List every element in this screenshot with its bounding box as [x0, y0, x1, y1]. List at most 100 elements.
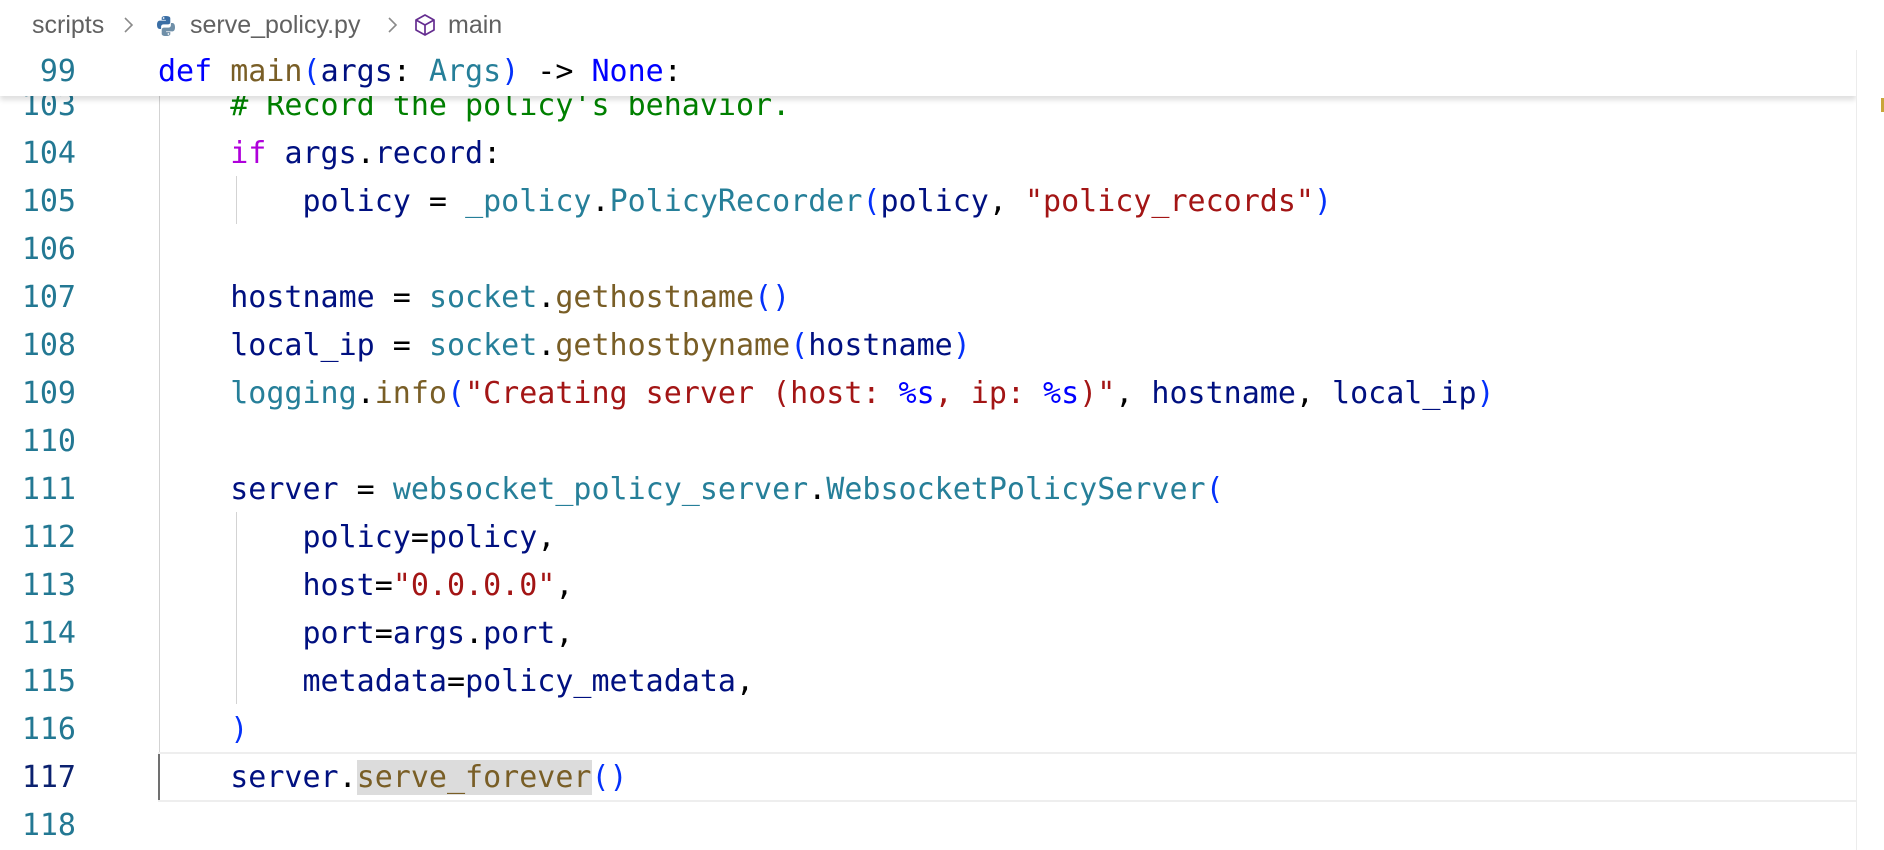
argument: hostname: [808, 328, 953, 363]
breadcrumb-folder[interactable]: scripts: [32, 10, 104, 40]
line-number: 104: [21, 136, 76, 171]
param: args: [320, 54, 393, 89]
type: Args: [428, 54, 502, 89]
variable: hostname: [230, 280, 375, 315]
paren: (: [302, 54, 321, 89]
line-number: 114: [21, 616, 76, 651]
function-call: gethostbyname: [555, 328, 791, 363]
keyword: None: [591, 54, 664, 89]
variable: server: [230, 472, 339, 507]
format-specifier: %s: [1043, 376, 1080, 411]
argument: policy: [880, 184, 989, 219]
line-number: 111: [21, 472, 76, 507]
class-name: WebsocketPolicyServer: [826, 472, 1206, 507]
line-number: 116: [21, 712, 76, 747]
paren: (: [447, 376, 466, 411]
variable: args: [284, 136, 357, 171]
comma: ,: [1115, 376, 1152, 411]
operator: =: [374, 328, 429, 363]
dot: .: [537, 280, 556, 315]
paren: ): [952, 328, 971, 363]
line-number: 115: [21, 664, 76, 699]
variable: policy: [302, 184, 411, 219]
string: "Creating server (host:: [465, 376, 899, 411]
paren: (: [1205, 472, 1224, 507]
comma: ,: [1295, 376, 1333, 411]
dot: .: [338, 760, 357, 795]
code-line[interactable]: local_ip = socket.gethostbyname(hostname…: [158, 322, 971, 370]
comma: ,: [555, 568, 574, 603]
colon: :: [392, 54, 429, 89]
sticky-scroll-header[interactable]: 99 def main(args: Args) -> None:: [0, 50, 1856, 96]
line-number: 118: [21, 808, 76, 843]
code-line[interactable]: logging.info("Creating server (host: %s,…: [158, 370, 1494, 418]
argument: policy_metadata: [465, 664, 736, 699]
breadcrumb-file[interactable]: serve_policy.py: [190, 10, 360, 40]
code-line[interactable]: hostname = socket.gethostname(): [158, 274, 790, 322]
breadcrumb-symbol[interactable]: main: [448, 10, 502, 40]
module: socket: [428, 280, 538, 315]
code-line[interactable]: metadata=policy_metadata,: [158, 658, 755, 706]
operator: =: [410, 184, 466, 219]
line-number: 107: [21, 280, 76, 315]
keyword: def: [158, 54, 213, 89]
string: )": [1079, 376, 1116, 411]
colon: :: [663, 54, 682, 89]
function-name: main: [230, 54, 303, 89]
line-number: 113: [21, 568, 76, 603]
variable: server: [230, 760, 339, 795]
comma: ,: [537, 520, 556, 555]
paren: ): [1313, 184, 1333, 219]
comma: ,: [988, 184, 1025, 219]
function-call-highlighted: serve_forever: [356, 760, 592, 795]
operator: =: [410, 520, 429, 555]
argument: hostname: [1151, 376, 1296, 411]
function-call: gethostname: [555, 280, 755, 315]
line-number: 99: [39, 54, 76, 89]
comma: ,: [736, 664, 755, 699]
python-file-icon: [154, 14, 178, 38]
dot: .: [356, 136, 375, 171]
dot: .: [537, 328, 556, 363]
code-line[interactable]: ): [158, 706, 248, 754]
code-line[interactable]: host="0.0.0.0",: [158, 562, 574, 610]
code-line[interactable]: def main(args: Args) -> None:: [158, 48, 682, 96]
paren: ): [501, 54, 520, 89]
operator: =: [447, 664, 466, 699]
variable: local_ip: [230, 328, 375, 363]
code-editor[interactable]: 103 # Record the policy's behavior. 104 …: [0, 0, 1856, 850]
keyword-argument: policy: [302, 520, 411, 555]
dot: .: [808, 472, 827, 507]
paren: (: [862, 184, 881, 219]
code-line[interactable]: if args.record:: [158, 130, 501, 178]
overview-ruler-scrollbar[interactable]: [1856, 50, 1884, 850]
string: , ip:: [934, 376, 1044, 411]
operator: =: [374, 280, 429, 315]
breadcrumb: scripts serve_policy.py main: [0, 0, 1884, 50]
paren: (): [754, 280, 791, 315]
keyword-argument: metadata: [302, 664, 448, 699]
line-number: 109: [21, 376, 76, 411]
line-number: 112: [21, 520, 76, 555]
code-line[interactable]: port=args.port,: [158, 610, 574, 658]
keyword-argument: port: [302, 616, 375, 651]
operator: =: [338, 472, 393, 507]
line-number-active: 117: [21, 760, 76, 795]
attribute: record: [374, 136, 484, 171]
code-line[interactable]: policy = _policy.PolicyRecorder(policy, …: [158, 178, 1333, 226]
argument: local_ip: [1332, 376, 1477, 411]
module: websocket_policy_server: [392, 472, 809, 507]
code-line[interactable]: server = websocket_policy_server.Websock…: [158, 466, 1224, 514]
code-line[interactable]: server.serve_forever(): [158, 754, 628, 802]
line-number: 110: [21, 424, 76, 459]
operator: =: [374, 616, 393, 651]
code-line[interactable]: policy=policy,: [158, 514, 556, 562]
arrow: ->: [519, 54, 592, 89]
attribute: port: [483, 616, 556, 651]
variable: args: [392, 616, 466, 651]
paren: ): [230, 712, 249, 747]
dot: .: [591, 184, 610, 219]
dot: .: [356, 376, 375, 411]
comma: ,: [555, 616, 574, 651]
operator: =: [374, 568, 393, 603]
